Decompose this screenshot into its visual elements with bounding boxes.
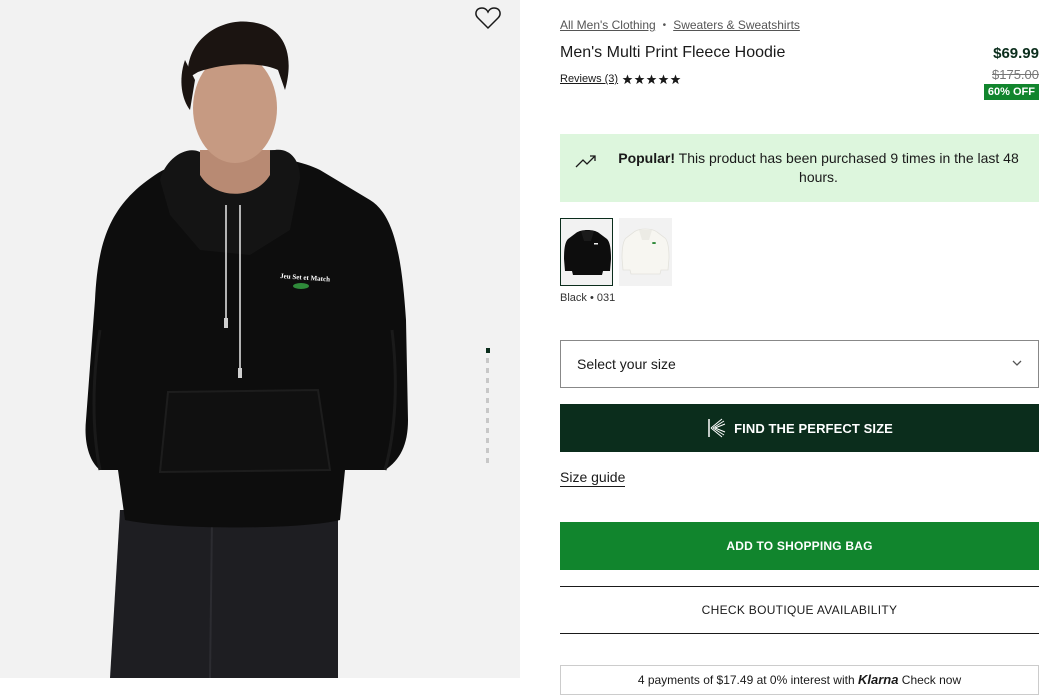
product-title: Men's Multi Print Fleece Hoodie [560, 44, 786, 61]
find-perfect-size-button[interactable]: FIND THE PERFECT SIZE [560, 404, 1039, 452]
star-icon [646, 74, 657, 84]
chevron-down-icon [1012, 360, 1022, 366]
white-hoodie-thumbnail [621, 228, 670, 275]
gallery-dot[interactable] [486, 398, 489, 403]
gallery-dot[interactable] [486, 348, 490, 353]
trending-up-icon [575, 155, 596, 168]
star-icon [670, 74, 681, 84]
star-icon [634, 74, 645, 84]
reviews-link[interactable]: Reviews (3) [560, 73, 618, 85]
gallery-dot[interactable] [486, 378, 489, 383]
popular-bold: Popular! [618, 150, 676, 166]
breadcrumb-link-sweaters[interactable]: Sweaters & Sweatshirts [673, 18, 800, 32]
reviews-row: Reviews (3) [560, 73, 682, 85]
kiwi-sizing-icon [708, 418, 726, 438]
size-select-placeholder: Select your size [577, 356, 676, 372]
popular-banner: Popular! This product has been purchased… [560, 134, 1039, 202]
breadcrumb-separator: • [662, 20, 667, 31]
product-gallery[interactable]: Jeu Set et Match [0, 0, 520, 678]
find-perfect-size-label: FIND THE PERFECT SIZE [734, 420, 893, 436]
klarna-logo: Klarna [857, 672, 899, 687]
sale-price: $69.99 [993, 45, 1039, 62]
gallery-dot[interactable] [486, 418, 489, 423]
popular-text: Popular! This product has been purchased… [612, 149, 1025, 187]
gallery-dot[interactable] [486, 438, 489, 443]
check-boutique-button[interactable]: CHECK BOUTIQUE AVAILABILITY [560, 586, 1039, 634]
gallery-dot[interactable] [486, 388, 489, 393]
size-guide-link[interactable]: Size guide [560, 469, 626, 487]
star-icon [658, 74, 669, 84]
gallery-dot[interactable] [486, 408, 489, 413]
discount-badge: 60% OFF [983, 84, 1039, 100]
klarna-text: 4 payments of $17.49 at 0% interest with [637, 673, 855, 687]
breadcrumb-link-mens-clothing[interactable]: All Men's Clothing [560, 18, 656, 32]
klarna-banner: 4 payments of $17.49 at 0% interest with… [560, 665, 1039, 695]
gallery-dot[interactable] [486, 448, 489, 453]
selected-color-label: Black • 031 [560, 292, 616, 304]
color-swatch-black[interactable] [560, 218, 613, 286]
gallery-dot[interactable] [486, 368, 489, 373]
star-icon [622, 74, 633, 84]
original-price: $175.00 [992, 67, 1039, 82]
product-photo: Jeu Set et Match [85, 21, 408, 678]
klarna-check-link[interactable]: Check now [902, 673, 961, 687]
breadcrumb: All Men's Clothing • Sweaters & Sweatshirt… [560, 18, 800, 32]
gallery-dot[interactable] [486, 428, 489, 433]
popular-message: This product has been purchased 9 times … [678, 150, 1019, 185]
black-hoodie-thumbnail [564, 230, 611, 275]
size-select[interactable]: Select your size [560, 340, 1039, 388]
gallery-pagination[interactable] [485, 348, 491, 468]
wishlist-heart-icon[interactable] [474, 6, 502, 32]
gallery-dot[interactable] [486, 358, 489, 363]
gallery-dot[interactable] [486, 458, 489, 463]
color-swatch-white[interactable] [619, 218, 672, 286]
add-to-bag-button[interactable]: ADD TO SHOPPING BAG [560, 522, 1039, 570]
